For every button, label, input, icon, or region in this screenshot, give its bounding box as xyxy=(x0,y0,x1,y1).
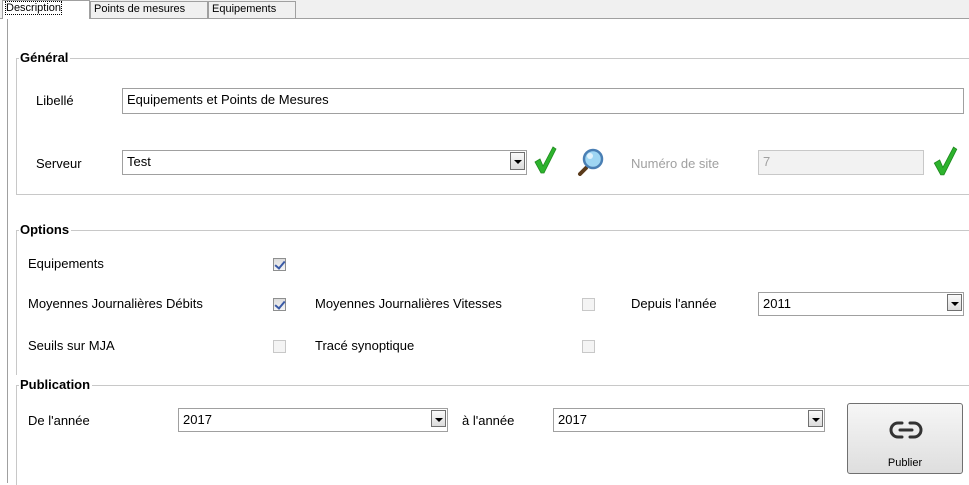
site-number-input[interactable]: 7 xyxy=(758,150,924,175)
de-annee-select[interactable]: 2017 xyxy=(178,408,448,432)
link-icon xyxy=(889,421,923,439)
serveur-label: Serveur xyxy=(36,156,82,171)
tab-panel-border xyxy=(0,18,969,19)
panel-left-border xyxy=(7,19,8,483)
libelle-label: Libellé xyxy=(36,93,74,108)
a-annee-label: à l'année xyxy=(462,413,515,428)
tab-points-de-mesures[interactable]: Points de mesures xyxy=(90,1,208,18)
tab-equipements[interactable]: Equipements xyxy=(208,1,296,18)
de-annee-value: 2017 xyxy=(183,412,212,427)
tab-label: Points de mesures xyxy=(94,3,186,15)
equipements-checkbox[interactable] xyxy=(273,258,286,271)
synoptique-checkbox[interactable] xyxy=(582,340,595,353)
publication-group xyxy=(16,385,969,485)
serveur-value: Test xyxy=(127,154,151,169)
publication-legend: Publication xyxy=(19,377,93,393)
a-annee-select[interactable]: 2017 xyxy=(553,408,825,432)
depuis-label: Depuis l'année xyxy=(631,296,717,311)
chevron-down-icon[interactable] xyxy=(431,410,446,427)
options-legend: Options xyxy=(19,222,72,238)
mjd-label: Moyennes Journalières Débits xyxy=(28,296,203,311)
tab-label: Equipements xyxy=(212,3,277,15)
publish-button[interactable]: Publier xyxy=(847,403,963,474)
green-checkmark-icon xyxy=(933,146,958,176)
chevron-down-icon[interactable] xyxy=(808,410,823,427)
tab-label: Description xyxy=(4,1,63,15)
general-legend: Général xyxy=(19,50,71,66)
publish-label: Publier xyxy=(887,457,923,469)
libelle-input[interactable]: Equipements et Points de Mesures xyxy=(122,88,964,114)
serveur-select[interactable]: Test xyxy=(122,150,527,175)
chevron-down-icon[interactable] xyxy=(510,152,525,170)
tab-description[interactable]: Description xyxy=(2,0,90,19)
depuis-value: 2011 xyxy=(763,296,791,311)
synoptique-label: Tracé synoptique xyxy=(315,338,415,353)
site-label: Numéro de site xyxy=(631,156,720,171)
de-annee-label: De l'année xyxy=(28,413,90,428)
mjv-label: Moyennes Journalières Vitesses xyxy=(315,296,502,311)
mjv-checkbox[interactable] xyxy=(582,298,595,311)
seuils-checkbox[interactable] xyxy=(273,340,286,353)
a-annee-value: 2017 xyxy=(558,412,587,427)
green-checkmark-icon xyxy=(534,146,557,174)
depuis-annee-select[interactable]: 2011 xyxy=(758,292,964,316)
mjd-checkbox[interactable] xyxy=(273,298,286,311)
equipements-label: Equipements xyxy=(28,256,104,271)
chevron-down-icon[interactable] xyxy=(947,294,962,311)
magnifier-icon[interactable] xyxy=(576,148,606,176)
seuils-label: Seuils sur MJA xyxy=(28,338,115,353)
